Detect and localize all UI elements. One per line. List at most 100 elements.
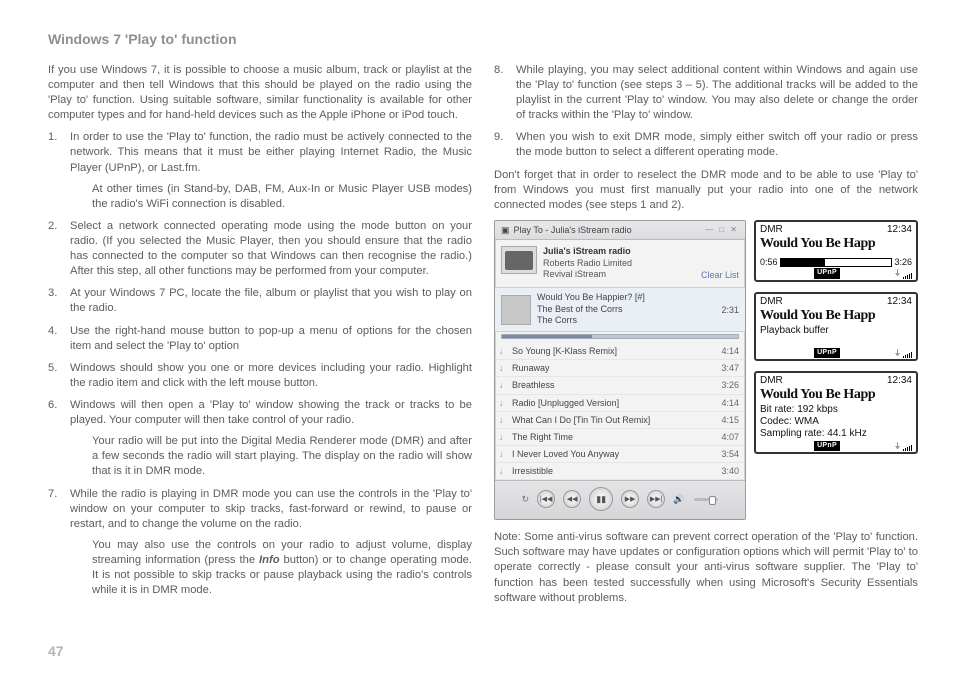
lcd-progress-row: 0:56 3:26 [760, 257, 912, 268]
step-5: Windows should show you one or more devi… [48, 361, 472, 391]
music-note-icon: ♩ [499, 379, 509, 391]
track-title: I Never Loved You Anyway [512, 448, 717, 460]
lcd-mode: DMR [760, 224, 783, 236]
lcd-codec: Codec: WMA [760, 416, 912, 428]
lcd-bitrate: Bit rate: 192 kbps [760, 404, 912, 416]
step-1-extra: At other times (in Stand-by, DAB, FM, Au… [92, 182, 472, 212]
track-duration: 3:54 [721, 448, 739, 460]
step-2: Select a network connected operating mod… [48, 219, 472, 279]
track-row[interactable]: ♩Irresistible3:40 [495, 463, 745, 480]
step-7: While the radio is playing in DMR mode y… [48, 487, 472, 599]
illustrations-row: ▣ Play To - Julia's iStream radio — □ ✕ … [494, 220, 918, 520]
device-maker: Roberts Radio Limited [543, 258, 632, 270]
lcd-display-1: DMR 12:34 Would You Be Happ 0:56 3:26 UPn… [754, 220, 918, 282]
music-note-icon: ♩ [499, 414, 509, 426]
music-note-icon: ♩ [499, 397, 509, 409]
track-duration: 4:14 [721, 345, 739, 357]
music-note-icon: ♩ [499, 431, 509, 443]
signal-icon [894, 270, 912, 278]
step-1: In order to use the 'Play to' function, … [48, 130, 472, 212]
track-row[interactable]: ♩Radio [Unplugged Version] 4:14 [495, 395, 745, 412]
window-titlebar: ▣ Play To - Julia's iStream radio — □ ✕ [495, 221, 745, 240]
clear-list-link[interactable]: Clear List [701, 269, 739, 281]
steps-list-1to7: In order to use the 'Play to' function, … [48, 130, 472, 598]
track-duration: 3:26 [721, 379, 739, 391]
track-title: So Young [K-Klass Remix] [512, 345, 717, 357]
window-controls[interactable]: — □ ✕ [705, 225, 739, 236]
rewind-button[interactable]: ◀◀ [563, 490, 581, 508]
track-duration: 4:07 [721, 431, 739, 443]
music-note-icon: ♩ [499, 345, 509, 357]
track-title: Radio [Unplugged Version] [512, 397, 717, 409]
track-row[interactable]: ♩I Never Loved You Anyway 3:54 [495, 446, 745, 463]
page-number: 47 [48, 642, 918, 661]
device-name: Julia's iStream radio [543, 246, 632, 258]
track-row[interactable]: ♩Runaway 3:47 [495, 360, 745, 377]
step-9: When you wish to exit DMR mode, simply e… [494, 130, 918, 160]
prev-button[interactable]: |◀◀ [537, 490, 555, 508]
track-row[interactable]: ♩The Right Time 4:07 [495, 429, 745, 446]
step-7-extra: You may also use the controls on your ra… [92, 538, 472, 598]
upnp-tag: UPnP [814, 268, 840, 278]
np-title: Would You Be Happier? [#] [537, 292, 715, 304]
device-meta: Julia's iStream radio Roberts Radio Limi… [543, 246, 632, 281]
music-note-icon: ♩ [499, 465, 509, 477]
track-title: The Right Time [512, 431, 717, 443]
device-model: Revival iStream [543, 269, 632, 281]
music-note-icon: ♩ [499, 448, 509, 460]
column-right: While playing, you may select additional… [494, 63, 918, 638]
np-duration: 2:31 [721, 304, 739, 316]
lcd-sub-buffer: Playback buffer [760, 325, 912, 337]
album-art [501, 295, 531, 325]
dont-forget: Don't forget that in order to reselect t… [494, 168, 918, 213]
step-6-extra: Your radio will be put into the Digital … [92, 434, 472, 479]
device-header: Julia's iStream radio Roberts Radio Limi… [495, 240, 745, 288]
play-pause-button[interactable]: ▮▮ [589, 487, 613, 511]
np-album: The Best of the Corrs [537, 304, 715, 316]
next-button[interactable]: ▶▶| [647, 490, 665, 508]
repeat-icon[interactable]: ↻ [522, 493, 530, 505]
step-8: While playing, you may select additional… [494, 63, 918, 123]
lcd-time: 12:34 [887, 224, 912, 236]
lcd-display-2: DMR12:34 Would You Be Happ Playback buff… [754, 292, 918, 361]
lcd-stack: DMR 12:34 Would You Be Happ 0:56 3:26 UPn… [754, 220, 918, 520]
lcd-progress-bar [780, 258, 893, 267]
note-paragraph: Note: Some anti-virus software can preve… [494, 530, 918, 606]
np-info: Would You Be Happier? [#] The Best of th… [537, 292, 715, 327]
track-row[interactable]: ♩What Can I Do [Tin Tin Out Remix] 4:15 [495, 412, 745, 429]
two-column-layout: If you use Windows 7, it is possible to … [48, 63, 918, 638]
track-duration: 4:14 [721, 397, 739, 409]
page-heading: Windows 7 'Play to' function [48, 30, 918, 49]
steps-list-8to9: While playing, you may select additional… [494, 63, 918, 161]
track-list: ♩So Young [K-Klass Remix]4:14♩Runaway3:4… [495, 343, 745, 480]
forward-button[interactable]: ▶▶ [621, 490, 639, 508]
track-title: Breathless [512, 379, 717, 391]
volume-slider[interactable] [694, 498, 718, 501]
music-note-icon: ♩ [499, 362, 509, 374]
step-6: Windows will then open a 'Play to' windo… [48, 398, 472, 480]
track-title: What Can I Do [Tin Tin Out Remix] [512, 414, 717, 426]
progress-bar[interactable] [501, 334, 739, 339]
volume-icon[interactable]: 🔊 [673, 493, 684, 505]
lcd-display-3: DMR12:34 Would You Be Happ Bit rate: 192… [754, 371, 918, 454]
track-duration: 3:40 [721, 465, 739, 477]
window-title: Play To - Julia's iStream radio [514, 224, 632, 236]
track-row[interactable]: ♩So Young [K-Klass Remix] 4:14 [495, 343, 745, 360]
lcd-title: Would You Be Happ [760, 236, 912, 253]
track-duration: 3:47 [721, 362, 739, 374]
track-duration: 4:15 [721, 414, 739, 426]
column-left: If you use Windows 7, it is possible to … [48, 63, 472, 638]
intro-paragraph: If you use Windows 7, it is possible to … [48, 63, 472, 123]
now-playing: Would You Be Happier? [#] The Best of th… [495, 288, 745, 332]
play-to-window: ▣ Play To - Julia's iStream radio — □ ✕ … [494, 220, 746, 520]
lcd-elapsed: 0:56 [760, 257, 778, 268]
track-row[interactable]: ♩Breathless 3:26 [495, 377, 745, 394]
page: Windows 7 'Play to' function If you use … [0, 0, 954, 673]
lcd-total: 3:26 [894, 257, 912, 268]
device-thumbnail [501, 246, 537, 274]
window-icon: ▣ [501, 224, 510, 236]
np-artist: The Corrs [537, 315, 715, 327]
step-4: Use the right-hand mouse button to pop-u… [48, 324, 472, 354]
track-title: Runaway [512, 362, 717, 374]
lcd-sampling: Sampling rate: 44.1 kHz [760, 428, 912, 440]
